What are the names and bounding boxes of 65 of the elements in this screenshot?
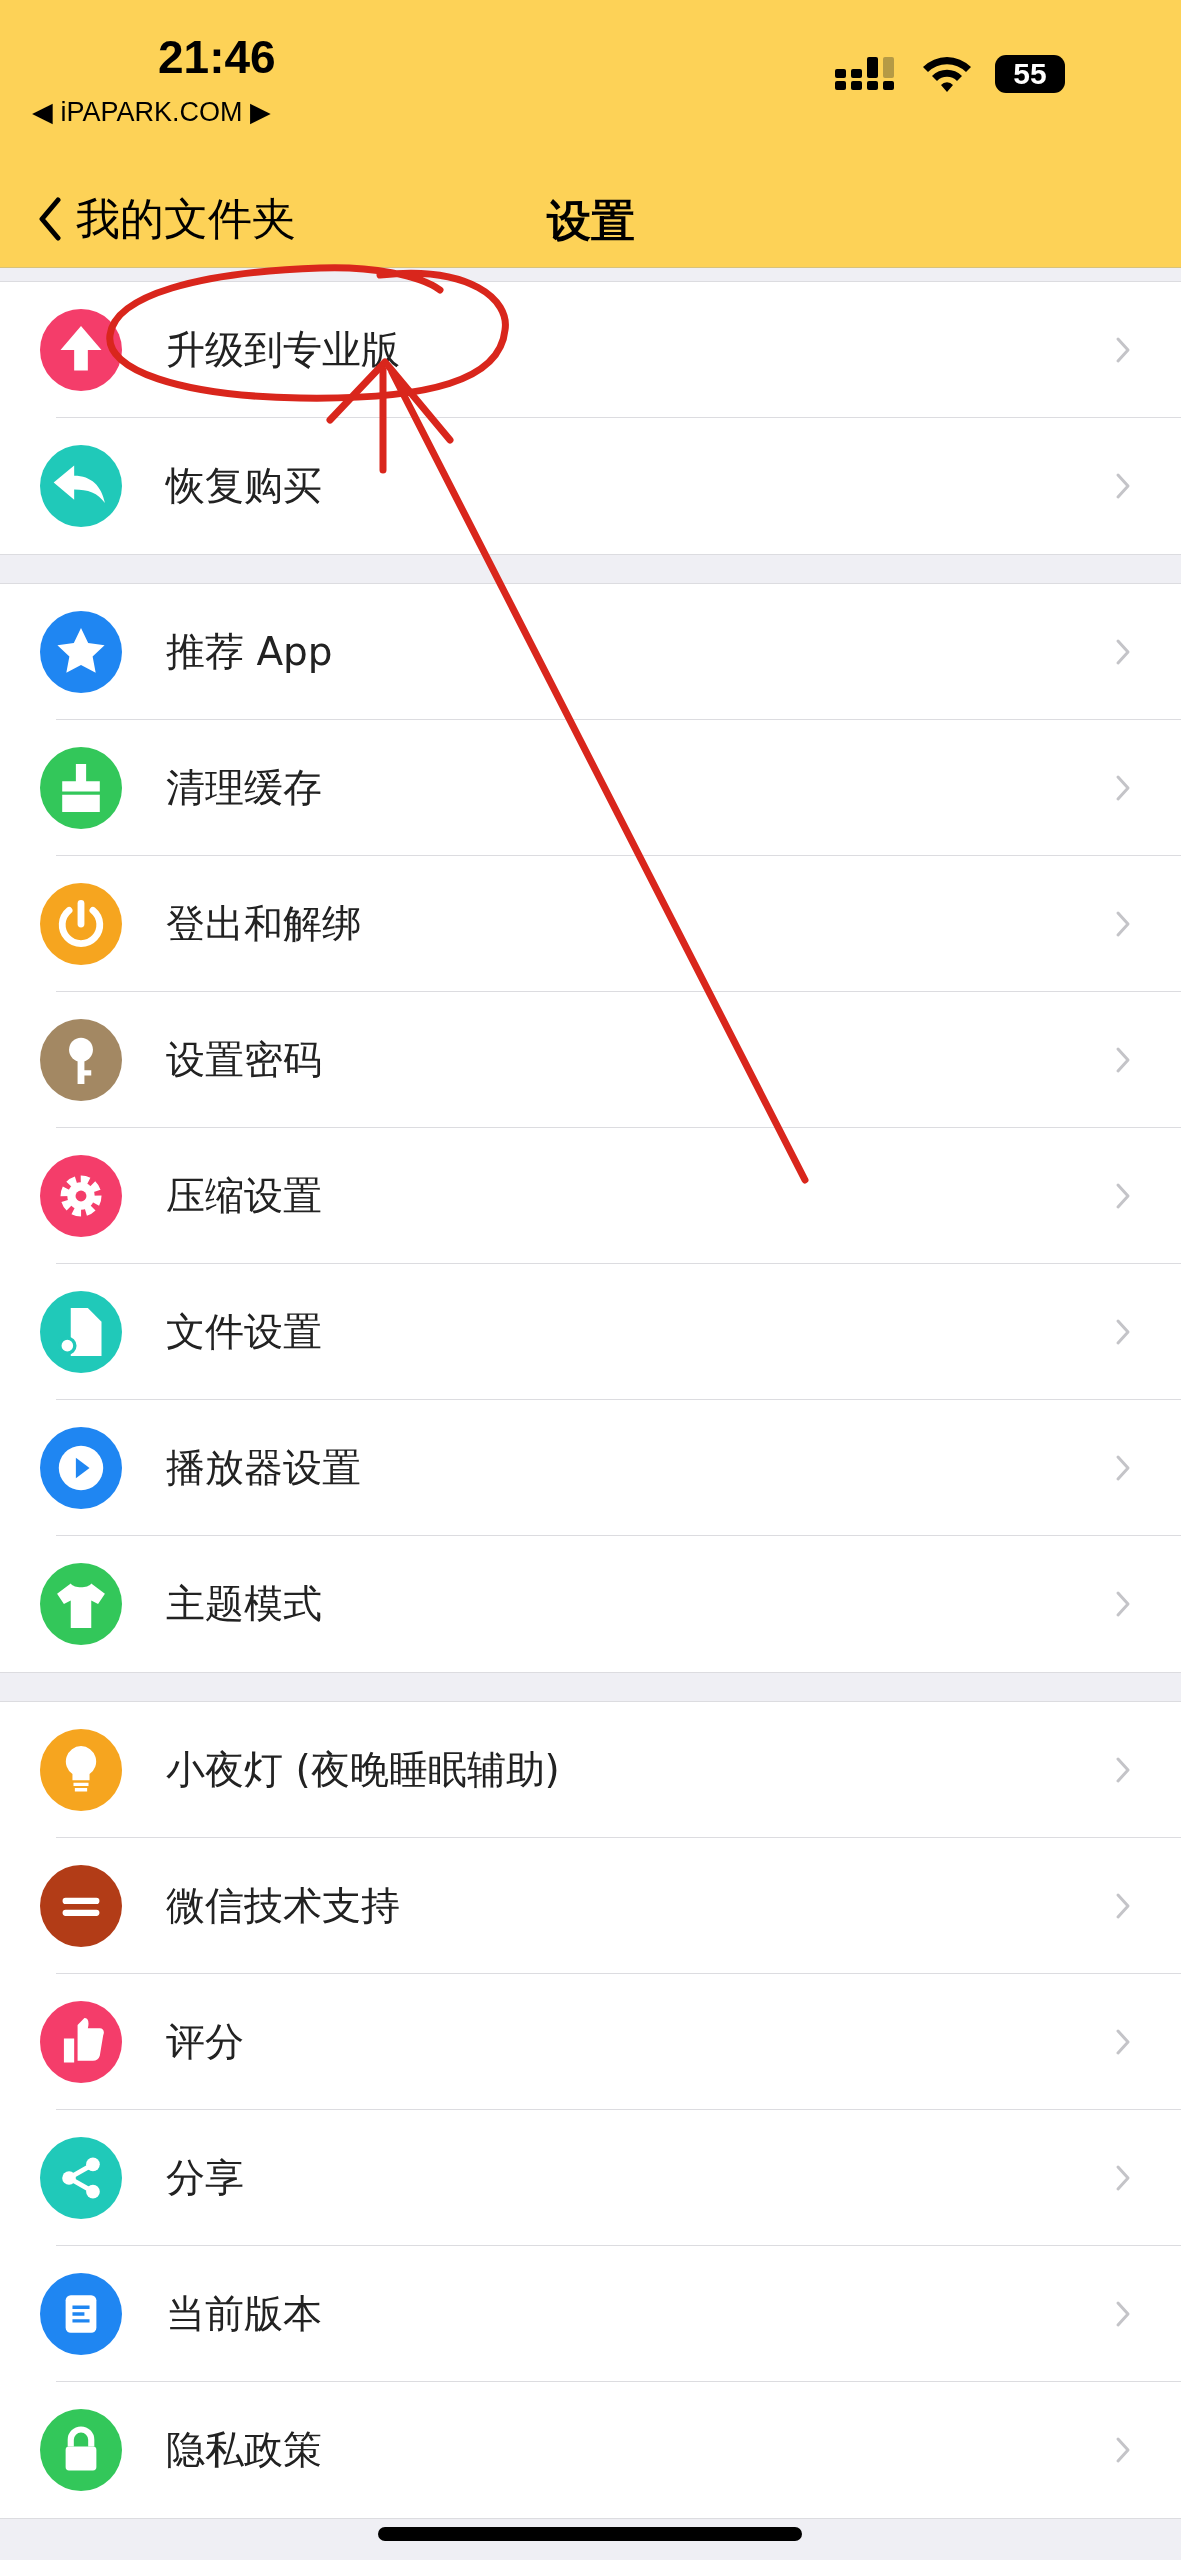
chevron-right-icon	[1115, 472, 1131, 500]
chevron-right-icon	[1115, 1756, 1131, 1784]
chevron-right-icon	[1115, 2028, 1131, 2056]
chevron-right-icon	[1115, 1046, 1131, 1074]
row-label: 播放器设置	[166, 1444, 362, 1492]
chevron-right-icon	[1115, 1454, 1131, 1482]
chevron-right-icon	[1115, 2436, 1131, 2464]
settings-row[interactable]: 清理缓存	[0, 720, 1181, 856]
chevron-right-icon	[1115, 774, 1131, 802]
chevron-right-icon	[1115, 1892, 1131, 1920]
settings-row[interactable]: 播放器设置	[0, 1400, 1181, 1536]
settings-row[interactable]: 当前版本	[0, 2246, 1181, 2382]
settings-row[interactable]: 隐私政策	[0, 2382, 1181, 2518]
lock-icon	[40, 2409, 122, 2491]
document-icon	[40, 2273, 122, 2355]
row-label: 设置密码	[166, 1036, 323, 1084]
chevron-right-icon	[1115, 1318, 1131, 1346]
settings-row[interactable]: 恢复购买	[0, 418, 1181, 554]
page-title: 设置	[546, 194, 635, 248]
power-icon	[40, 883, 122, 965]
settings-row[interactable]: 设置密码	[0, 992, 1181, 1128]
row-label: 压缩设置	[166, 1172, 323, 1220]
settings-row[interactable]: 评分	[0, 1974, 1181, 2110]
row-label: 文件设置	[166, 1308, 323, 1356]
row-label: 登出和解绑	[166, 900, 362, 948]
settings-row[interactable]: 推荐 App	[0, 584, 1181, 720]
settings-row[interactable]: 登出和解绑	[0, 856, 1181, 992]
row-label: 主题模式	[166, 1580, 323, 1628]
play-icon	[40, 1427, 122, 1509]
status-time: 21:46	[158, 30, 276, 84]
row-label: 评分	[166, 2018, 245, 2066]
chevron-right-icon	[1115, 336, 1131, 364]
chevron-right-icon	[1115, 910, 1131, 938]
row-label: 分享	[166, 2154, 245, 2202]
row-label: 小夜灯 (夜晚睡眠辅助)	[166, 1746, 561, 1794]
row-label: 微信技术支持	[166, 1882, 401, 1930]
row-label: 清理缓存	[166, 764, 323, 812]
gear-icon	[40, 1155, 122, 1237]
settings-row[interactable]: 主题模式	[0, 1536, 1181, 1672]
share-icon	[40, 2137, 122, 2219]
chevron-right-icon	[1115, 2300, 1131, 2328]
settings-row[interactable]: 微信技术支持	[0, 1838, 1181, 1974]
wifi-icon	[921, 55, 973, 93]
chevron-right-icon	[1115, 2164, 1131, 2192]
chevron-right-icon	[1115, 638, 1131, 666]
broom-icon	[40, 747, 122, 829]
battery-icon: 55	[995, 55, 1065, 93]
settings-row[interactable]: 小夜灯 (夜晚睡眠辅助)	[0, 1702, 1181, 1838]
chevron-right-icon	[1115, 1590, 1131, 1618]
thumbs-up-icon	[40, 2001, 122, 2083]
chevron-right-icon	[1115, 1182, 1131, 1210]
back-to-app-link[interactable]: ◀ iPAPARK.COM ▶	[32, 96, 272, 128]
chevron-left-icon	[38, 197, 62, 241]
key-icon	[40, 1019, 122, 1101]
settings-row[interactable]: 压缩设置	[0, 1128, 1181, 1264]
row-label: 隐私政策	[166, 2426, 323, 2474]
row-label: 恢复购买	[166, 462, 323, 510]
settings-row[interactable]: 分享	[0, 2110, 1181, 2246]
speech-bubble-icon	[40, 1865, 122, 1947]
settings-row[interactable]: 文件设置	[0, 1264, 1181, 1400]
row-label: 推荐 App	[166, 628, 334, 676]
row-label: 当前版本	[166, 2290, 323, 2338]
document-gear-icon	[40, 1291, 122, 1373]
light-bulb-icon	[40, 1729, 122, 1811]
t-shirt-icon	[40, 1563, 122, 1645]
